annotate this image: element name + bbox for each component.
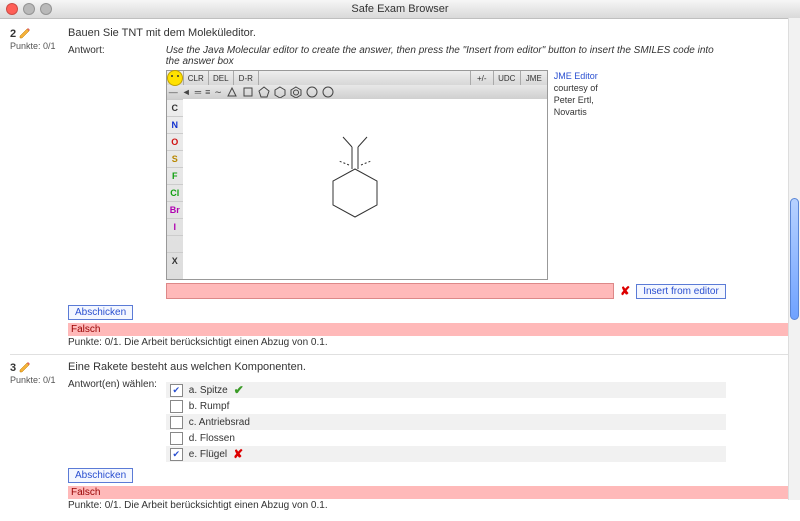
answer-label: Antwort: <box>68 45 163 56</box>
bond-stereo-icon[interactable]: ◄ <box>180 87 193 97</box>
question-number: 3 <box>10 362 16 374</box>
choice-label: d. Flossen <box>189 433 235 444</box>
question-points: Punkte: 0/1 <box>10 375 60 385</box>
atom-O[interactable]: O <box>167 133 183 150</box>
credits-line: Peter Ertl, <box>554 95 594 105</box>
feedback-title: Falsch <box>68 323 790 336</box>
question-text: Eine Rakete besteht aus welchen Komponen… <box>68 361 790 373</box>
ring3-icon[interactable] <box>224 86 240 98</box>
vertical-scrollbar[interactable] <box>788 18 800 500</box>
editor-atom-palette: CNOSFClBrIX <box>167 99 183 279</box>
choice-checkbox[interactable] <box>170 432 183 445</box>
question-number: 2 <box>10 28 16 40</box>
toolbar-clr[interactable]: CLR <box>184 71 209 85</box>
choice-label: b. Rumpf <box>189 401 230 412</box>
choice-row: ✔ e. Flügel ✘ <box>166 446 726 462</box>
choice-label: a. Spitze <box>189 385 228 396</box>
edit-icon[interactable] <box>19 361 31 373</box>
ring7-icon[interactable] <box>304 86 320 98</box>
choice-checkbox[interactable]: ✔ <box>170 384 183 397</box>
choice-row: ✔ a. Spitze ✔ <box>166 382 726 398</box>
choice-row: c. Antriebsrad <box>166 414 726 430</box>
toolbar-spacer <box>259 71 471 85</box>
question-text: Bauen Sie TNT mit dem Moleküleditor. <box>68 27 790 39</box>
toolbar-del[interactable]: DEL <box>209 71 234 85</box>
feedback-text: Punkte: 0/1. Die Arbeit berücksichtigt e… <box>68 337 790 348</box>
credits-line: courtesy of <box>554 83 598 93</box>
question-3: 3 Punkte: 0/1 Eine Rakete besteht aus we… <box>10 361 790 511</box>
wrong-icon: ✘ <box>620 284 630 298</box>
choice-row: b. Rumpf <box>166 398 726 414</box>
choice-checkbox[interactable]: ✔ <box>170 448 183 461</box>
editor-toolbar-bonds: — ◄ ═ ≡ ∼ <box>167 85 547 99</box>
insert-from-editor-button[interactable]: Insert from editor <box>636 284 726 299</box>
bond-single-icon[interactable]: — <box>167 87 180 97</box>
atom-I[interactable]: I <box>167 218 183 235</box>
benzene-icon[interactable] <box>288 86 304 98</box>
question-points: Punkte: 0/1 <box>10 41 60 51</box>
window-title: Safe Exam Browser <box>0 3 800 15</box>
editor-toolbar-top: CLR DEL D-R +/- UDC JME <box>167 71 547 85</box>
toolbar-udc[interactable]: UDC <box>494 71 521 85</box>
atom-C[interactable]: C <box>167 99 183 116</box>
smiley-icon[interactable] <box>167 71 184 85</box>
bond-triple-icon[interactable]: ≡ <box>203 87 212 97</box>
question-2: 2 Punkte: 0/1 Bauen Sie TNT mit dem Mole… <box>10 27 790 348</box>
editor-credits: JME Editor courtesy of Peter Ertl, Novar… <box>554 70 598 118</box>
smiles-answer-input[interactable] <box>166 283 614 299</box>
atom-blank[interactable] <box>167 235 183 252</box>
bond-chain-icon[interactable]: ∼ <box>212 87 224 98</box>
submit-button[interactable]: Abschicken <box>68 305 133 320</box>
window-titlebar: Safe Exam Browser <box>0 0 800 19</box>
bond-double-icon[interactable]: ═ <box>193 87 203 97</box>
atom-X[interactable]: X <box>167 252 183 269</box>
choice-checkbox[interactable] <box>170 416 183 429</box>
atom-S[interactable]: S <box>167 150 183 167</box>
editor-canvas[interactable] <box>183 99 547 279</box>
choice-label: e. Flügel <box>189 449 227 460</box>
submit-button[interactable]: Abschicken <box>68 468 133 483</box>
ring8-icon[interactable] <box>320 86 336 98</box>
editor-hint: Use the Java Molecular editor to create … <box>166 45 726 67</box>
ring4-icon[interactable] <box>240 86 256 98</box>
atom-Br[interactable]: Br <box>167 201 183 218</box>
correct-icon: ✔ <box>234 383 244 397</box>
toolbar-charge[interactable]: +/- <box>471 71 494 85</box>
choice-list: ✔ a. Spitze ✔ b. Rumpf c. Antriebsrad d. Flos… <box>166 382 726 462</box>
choice-row: d. Flossen <box>166 430 726 446</box>
question-divider <box>10 354 790 355</box>
choice-checkbox[interactable] <box>170 400 183 413</box>
edit-icon[interactable] <box>19 27 31 39</box>
toolbar-jme[interactable]: JME <box>521 71 547 85</box>
feedback-text: Punkte: 0/1. Die Arbeit berücksichtigt e… <box>68 500 790 511</box>
answer-label: Antwort(en) wählen: <box>68 379 163 390</box>
wrong-icon: ✘ <box>233 447 243 461</box>
atom-Cl[interactable]: Cl <box>167 184 183 201</box>
ring5-icon[interactable] <box>256 86 272 98</box>
choice-label: c. Antriebsrad <box>189 417 250 428</box>
atom-F[interactable]: F <box>167 167 183 184</box>
credits-line: Novartis <box>554 107 587 117</box>
scrollbar-thumb[interactable] <box>790 198 799 320</box>
molecule-editor[interactable]: CLR DEL D-R +/- UDC JME — ◄ <box>166 70 548 280</box>
ring6-icon[interactable] <box>272 86 288 98</box>
jme-link[interactable]: JME Editor <box>554 71 598 81</box>
feedback-title: Falsch <box>68 486 790 499</box>
atom-N[interactable]: N <box>167 116 183 133</box>
toolbar-dr[interactable]: D-R <box>234 71 259 85</box>
